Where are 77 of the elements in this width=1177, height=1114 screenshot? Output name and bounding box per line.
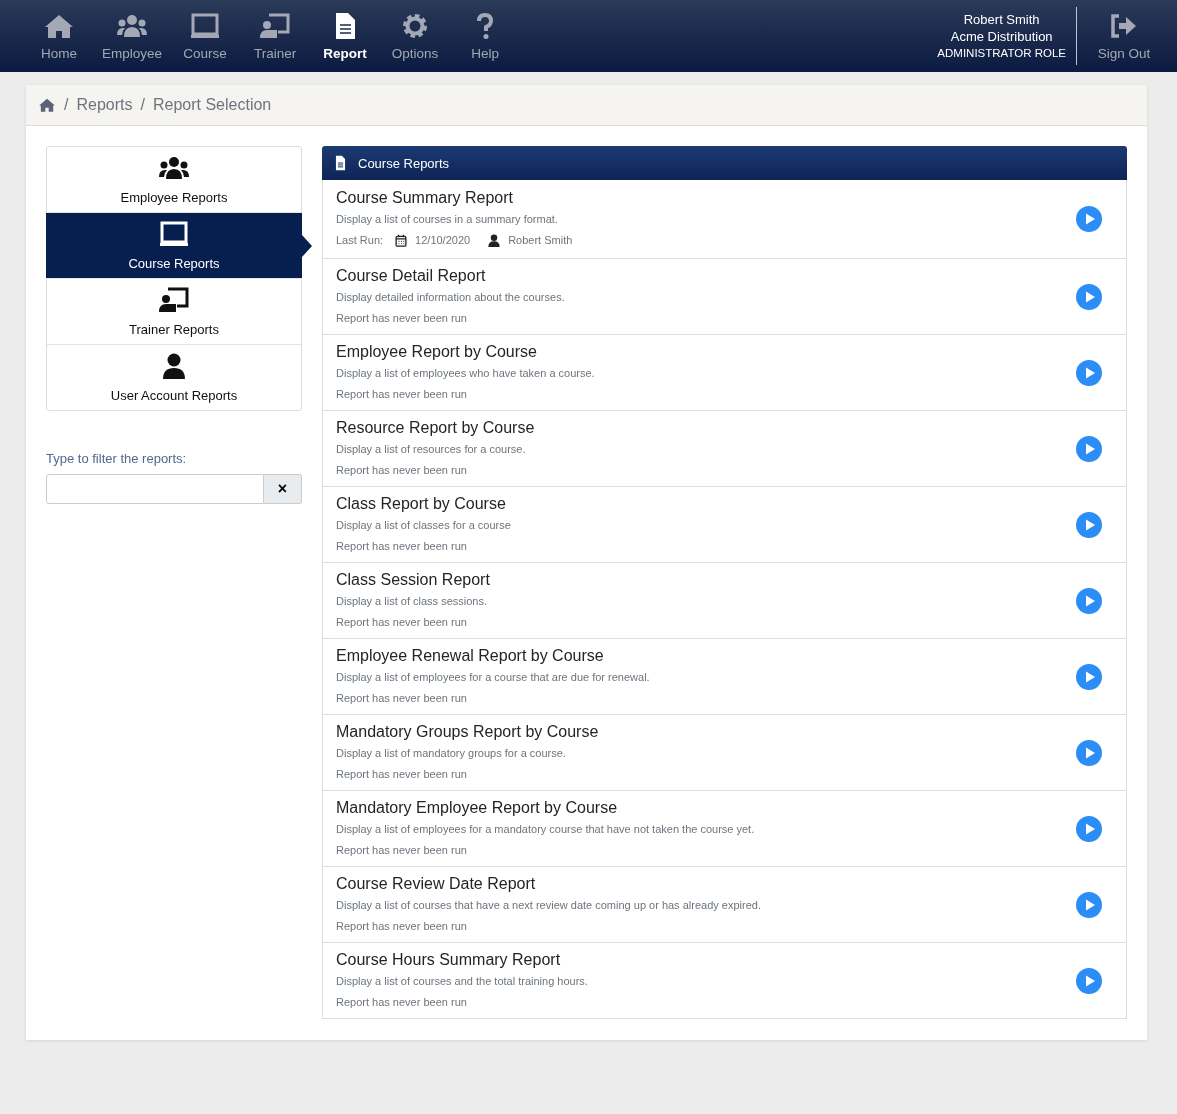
report-description: Display a list of class sessions. xyxy=(336,593,488,609)
last-run-user: Robert Smith xyxy=(508,233,573,248)
report-description: Display a list of employees who have taken a course. xyxy=(336,365,596,381)
report-description: Display detailed information about the courses. xyxy=(336,289,566,305)
nav-item[interactable]: Course xyxy=(170,11,241,61)
play-button[interactable] xyxy=(1076,663,1102,690)
run-status: Report has never been run xyxy=(336,994,468,1010)
report-title: Class Report by Course xyxy=(336,493,507,514)
report-title: Course Hours Summary Report xyxy=(336,949,562,970)
calendar-icon xyxy=(395,234,408,247)
selection-pointer-icon xyxy=(302,235,312,257)
report-description: Display a list of resources for a course. xyxy=(336,441,527,457)
people-icon xyxy=(157,154,191,182)
last-run-label: Last Run: xyxy=(336,233,384,248)
presenter-icon xyxy=(157,286,191,314)
report-title: Class Session Report xyxy=(336,569,491,590)
report-category-item[interactable]: User Account Reports xyxy=(47,345,301,410)
nav-item[interactable]: Help xyxy=(450,11,521,61)
run-status: Report has never been run xyxy=(336,918,468,934)
nav-item[interactable]: Options xyxy=(380,11,451,61)
nav-item[interactable]: Trainer xyxy=(240,11,311,61)
nav-item[interactable]: Home xyxy=(24,11,94,61)
play-button[interactable] xyxy=(1076,511,1102,538)
clear-filter-button[interactable]: × xyxy=(264,474,302,504)
user-name: Robert Smith xyxy=(962,10,1041,28)
report-title: Mandatory Employee Report by Course xyxy=(336,797,619,818)
report-description: Display a list of mandatory groups for a course. xyxy=(336,745,567,761)
report-title: Course Review Date Report xyxy=(336,873,537,894)
nav-item[interactable]: Employee xyxy=(94,11,171,61)
chalkboard-icon xyxy=(189,11,222,40)
person-icon xyxy=(488,234,501,247)
play-button[interactable] xyxy=(1076,435,1102,462)
report-description: Display a list of classes for a course xyxy=(336,517,512,533)
sign-out-button[interactable]: Sign Out xyxy=(1077,11,1177,61)
chalkboard-icon xyxy=(157,220,191,248)
company-name: Acme Distribution xyxy=(949,27,1054,45)
report-description: Display a list of courses in a summary format. xyxy=(336,212,559,227)
run-status: Report has never been run xyxy=(336,310,468,326)
run-status: Report has never been run xyxy=(336,462,468,478)
filter-label: Type to filter the reports: xyxy=(46,451,188,466)
play-button[interactable] xyxy=(1076,283,1102,310)
last-run-date: 12/10/2020 xyxy=(415,233,471,248)
play-button[interactable] xyxy=(1076,359,1102,386)
run-status: Report has never been run xyxy=(336,690,468,706)
run-status: Report has never been run xyxy=(336,386,468,402)
report-title: Employee Report by Course xyxy=(336,341,538,362)
home-icon[interactable] xyxy=(38,97,56,113)
breadcrumb-separator: / xyxy=(64,96,69,114)
run-status: Report has never been run xyxy=(336,766,468,782)
breadcrumb-link[interactable]: Reports xyxy=(76,96,133,114)
play-button[interactable] xyxy=(1076,587,1102,614)
report-title: Course Detail Report xyxy=(336,265,487,286)
panel-title: Course Reports xyxy=(358,155,450,171)
nav-item[interactable]: Report xyxy=(310,11,381,61)
presenter-icon xyxy=(259,11,292,40)
run-status: Report has never been run xyxy=(336,538,468,554)
filter-input[interactable] xyxy=(46,474,264,504)
report-description: Display a list of employees for a course that are due for renewal. xyxy=(336,669,651,685)
report-description: Display a list of employees for a mandatory course that have not taken the course yet. xyxy=(336,821,756,837)
report-title: Employee Renewal Report by Course xyxy=(336,645,605,666)
report-title: Resource Report by Course xyxy=(336,417,536,438)
report-description: Display a list of courses that have a next review date coming up or has already expired. xyxy=(336,897,762,913)
play-button[interactable] xyxy=(1076,891,1102,918)
report-title: Mandatory Groups Report by Course xyxy=(336,721,600,742)
user-role: ADMINISTRATOR ROLE xyxy=(937,45,1066,61)
document-icon xyxy=(334,155,347,171)
play-button[interactable] xyxy=(1076,815,1102,842)
report-category-item[interactable]: Trainer Reports xyxy=(47,279,301,345)
run-status: Report has never been run xyxy=(336,614,468,630)
breadcrumb-separator: / xyxy=(140,96,145,114)
play-button[interactable] xyxy=(1076,206,1102,232)
play-button[interactable] xyxy=(1076,967,1102,994)
breadcrumb-link[interactable]: Report Selection xyxy=(152,96,272,114)
report-title: Course Summary Report xyxy=(336,188,514,208)
report-description: Display a list of courses and the total training hours. xyxy=(336,973,589,989)
run-status: Report has never been run xyxy=(336,842,468,858)
play-button[interactable] xyxy=(1076,739,1102,766)
